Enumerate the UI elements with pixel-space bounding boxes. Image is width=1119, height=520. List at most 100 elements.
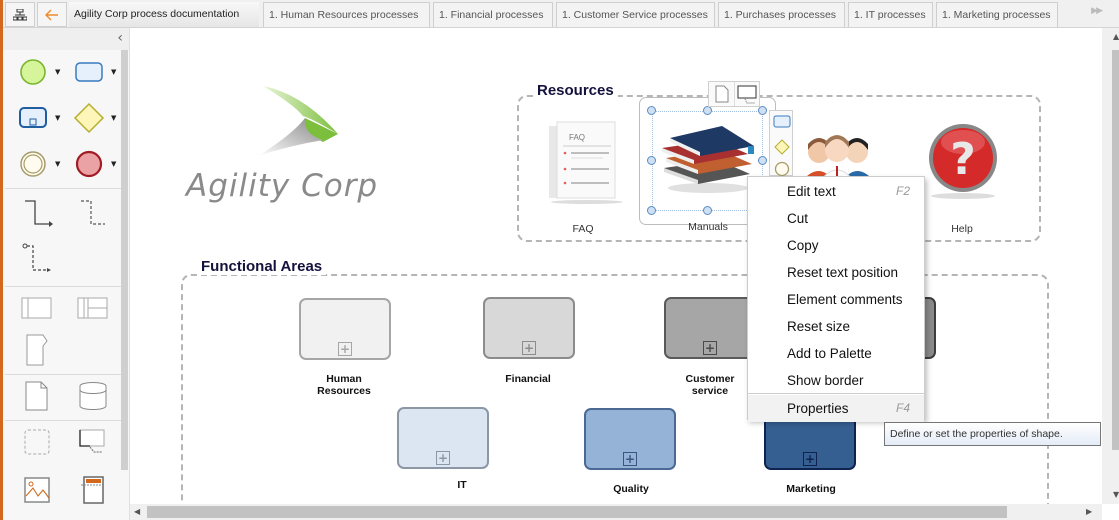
tab-purchases-processes[interactable]: 1. Purchases processes [718,2,845,27]
properties-tooltip: Define or set the properties of shape. [884,422,1101,446]
resize-handle[interactable] [647,206,656,215]
menu-item-edit-text[interactable]: Edit text F2 [748,178,924,205]
menu-shortcut: F2 [895,184,910,198]
palette-off-page-connector[interactable] [17,332,57,368]
tab-marketing-processes[interactable]: 1. Marketing processes [936,2,1058,27]
dropdown-arrow-icon[interactable]: ▼ [111,160,116,168]
resource-label-manuals: Manuals [688,221,728,233]
menu-item-properties[interactable]: Properties F4 [748,395,924,422]
document-icon[interactable] [715,85,729,103]
palette-intermediate-event[interactable] [13,146,53,182]
palette-group[interactable] [17,424,57,460]
menu-item-reset-size[interactable]: Reset size [748,313,924,340]
help-question-icon[interactable]: ? [925,122,1001,202]
context-menu: Edit text F2 Cut Copy Reset text position… [747,176,925,422]
resize-handle[interactable] [758,156,767,165]
vertical-scrollbar[interactable]: ▲ ▼ [1102,28,1119,504]
palette-association[interactable] [17,240,57,276]
palette-data-store[interactable] [73,378,113,414]
tab-financial-processes[interactable]: 1. Financial processes [433,2,553,27]
palette-end-event[interactable] [69,146,109,182]
arrow-left-icon [45,9,58,20]
resize-handle[interactable] [647,156,656,165]
menu-item-cut[interactable]: Cut [748,205,924,232]
end-event-icon [75,150,103,178]
menu-item-show-border[interactable]: Show border [748,367,924,394]
expand-plus-icon[interactable]: + [703,341,717,355]
intermediate-event-icon [20,151,46,177]
palette-header[interactable] [73,472,113,508]
resources-title: Resources [533,82,618,99]
shape-quick-picker [769,110,793,177]
scroll-down-icon[interactable]: ▼ [1113,490,1119,499]
annotation-icon[interactable] [737,85,759,105]
people-group-icon[interactable] [793,130,883,180]
palette-pool[interactable] [17,290,57,326]
palette-document[interactable] [17,378,57,414]
dropdown-arrow-icon[interactable]: ▼ [55,68,60,76]
palette-gateway[interactable] [69,100,109,136]
svg-text:?: ? [950,134,976,185]
dropdown-arrow-icon[interactable]: ▼ [111,68,116,76]
expand-plus-icon[interactable]: + [338,342,352,356]
resize-handle[interactable] [703,206,712,215]
back-button[interactable] [37,2,67,27]
label-line: Resources [317,385,371,397]
scroll-left-icon[interactable]: ◀ [134,507,140,516]
chevron-left-icon[interactable]: ‹ [117,30,123,46]
tab-agility-corp-process-documentation[interactable]: Agility Corp process documentation [69,2,259,27]
subprocess-icon [19,107,47,128]
tab-human-resources-processes[interactable]: 1. Human Resources processes [263,2,430,27]
svg-text:FAQ: FAQ [569,133,585,142]
functional-area-subprocess[interactable]: + [483,297,575,359]
label-line: Human [326,373,362,385]
horizontal-scrollbar[interactable]: ◀ ▶ [130,504,1102,520]
functional-area-subprocess[interactable]: + [664,297,756,359]
horizontal-scroll-thumb[interactable] [147,506,1007,518]
dropdown-arrow-icon[interactable]: ▼ [55,114,60,122]
resize-handle[interactable] [758,106,767,115]
menu-item-element-comments[interactable]: Element comments [748,286,924,313]
double-chevron-right-icon[interactable]: ▶▶ [1091,6,1103,16]
menu-item-reset-text-position[interactable]: Reset text position [748,259,924,286]
expand-plus-icon[interactable]: + [436,451,450,465]
scroll-up-icon[interactable]: ▲ [1113,32,1119,41]
scroll-right-icon[interactable]: ▶ [1086,507,1092,516]
palette-start-event[interactable] [13,54,53,90]
expand-plus-icon[interactable]: + [522,341,536,355]
menu-item-add-to-palette[interactable]: Add to Palette [748,340,924,367]
resize-handle[interactable] [703,106,712,115]
functional-area-subprocess[interactable]: + [299,298,391,360]
task-icon[interactable] [773,115,791,129]
intermediate-event-icon[interactable] [774,161,790,177]
expand-plus-icon[interactable]: + [803,452,817,466]
palette-image[interactable] [17,472,57,508]
faq-document-icon[interactable]: FAQ [543,118,623,206]
palette-lane-pool[interactable] [73,290,113,326]
palette-subprocess[interactable] [13,100,53,136]
gateway-icon[interactable] [774,139,790,155]
vertical-scroll-thumb[interactable] [1112,50,1119,450]
shape-palette: ‹ ▼ ▼ ▼ ▼ ▼ ▼ [3,28,130,520]
functional-area-subprocess[interactable]: + [584,408,676,470]
palette-annotation[interactable] [73,424,113,460]
books-icon[interactable] [658,122,758,194]
dropdown-arrow-icon[interactable]: ▼ [55,160,60,168]
functional-area-label: IT [407,479,517,491]
functional-area-subprocess[interactable]: + [397,407,489,469]
resize-handle[interactable] [647,106,656,115]
tab-bar: Agility Corp process documentation 1. Hu… [3,0,1119,28]
menu-item-copy[interactable]: Copy [748,232,924,259]
tab-it-processes[interactable]: 1. IT processes [848,2,933,27]
palette-task[interactable] [69,54,109,90]
palette-scrollbar[interactable] [121,50,128,470]
dropdown-arrow-icon[interactable]: ▼ [111,114,116,122]
diagram-tree-button[interactable] [5,2,35,27]
app-window: Agility Corp process documentation 1. Hu… [0,0,1119,520]
palette-sequence-flow[interactable] [17,194,57,230]
tab-customer-service-processes[interactable]: 1. Customer Service processes [556,2,715,27]
menu-label: Properties [787,401,849,416]
menu-label: Reset text position [787,265,899,280]
palette-message-flow[interactable] [73,194,113,230]
expand-plus-icon[interactable]: + [623,452,637,466]
